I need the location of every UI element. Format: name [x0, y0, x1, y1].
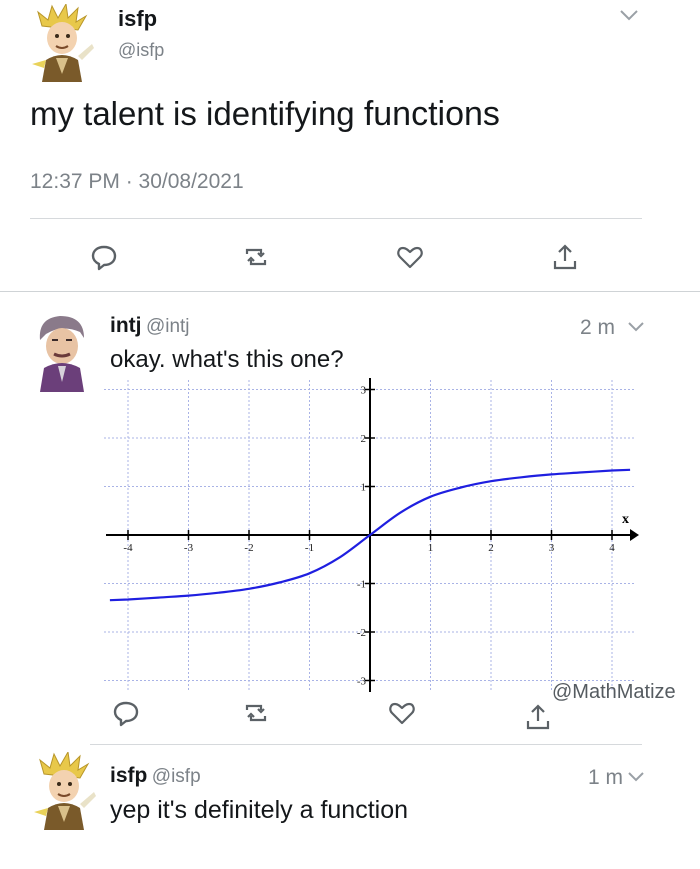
x-axis-label: x: [622, 512, 629, 527]
avatar-isfp[interactable]: [24, 750, 104, 832]
retweet-button[interactable]: [236, 696, 276, 730]
y-tick-label: -3: [357, 676, 367, 688]
reply1-display-name[interactable]: intj: [110, 314, 142, 337]
divider: [90, 744, 642, 745]
tweet1-text: my talent is identifying functions: [30, 94, 500, 134]
reply-button[interactable]: [106, 696, 146, 730]
tweet1-text-pre: my talent is identifying: [30, 95, 364, 132]
chevron-down-icon[interactable]: [626, 770, 646, 784]
isfp-avatar-image: [34, 750, 96, 830]
like-button[interactable]: [382, 696, 422, 730]
like-button[interactable]: [390, 240, 430, 274]
reply-icon: [113, 701, 139, 727]
share-button[interactable]: [518, 700, 558, 734]
divider: [30, 218, 642, 219]
y-tick-label: 2: [361, 433, 367, 445]
reply2-time[interactable]: 1 m: [588, 766, 623, 790]
x-axis-arrow: [630, 529, 639, 541]
x-tick-label: 3: [549, 542, 555, 554]
reply2-text-pre: yep it's definitely a: [110, 796, 321, 824]
share-icon: [526, 704, 550, 730]
reply2-text-bold: function: [320, 796, 408, 824]
watermark: @MathMatize: [552, 681, 676, 703]
reply2-text: yep it's definitely a function: [110, 796, 408, 825]
reply1-time[interactable]: 2 m: [580, 316, 615, 340]
reply-button[interactable]: [84, 240, 124, 274]
x-tick-label: 1: [428, 542, 434, 554]
function-graph: -4 -3 -2 -1 1 2 3 4 -3 -2 -1 1 2 3 x: [104, 378, 639, 692]
like-icon: [389, 702, 415, 725]
share-button[interactable]: [545, 240, 585, 274]
tweet1-timestamp[interactable]: 12:37 PM · 30/08/2021: [30, 170, 244, 194]
reply2-handle[interactable]: @isfp: [152, 766, 201, 787]
isfp-avatar-image: [32, 2, 94, 82]
x-tick-label: 4: [609, 542, 615, 554]
y-tick-label: -1: [357, 579, 366, 591]
reply1-handle[interactable]: @intj: [146, 316, 190, 337]
x-tick-label: -4: [123, 542, 133, 554]
reply2-header: isfp @isfp: [110, 764, 201, 788]
reply2-display-name[interactable]: isfp: [110, 764, 147, 787]
x-tick-label: -2: [244, 542, 253, 554]
y-tick-label: 1: [361, 482, 367, 494]
reply1-header: intj @intj: [110, 314, 190, 338]
tweet1-display-name[interactable]: isfp: [118, 6, 157, 32]
chevron-down-icon[interactable]: [618, 8, 640, 22]
share-icon: [553, 244, 577, 270]
reply-icon: [91, 245, 117, 271]
retweet-icon: [245, 704, 267, 722]
y-tick-label: -2: [357, 627, 366, 639]
like-icon: [397, 246, 423, 269]
tweet1-handle[interactable]: @isfp: [118, 40, 164, 61]
retweet-icon: [245, 248, 267, 266]
avatar-isfp[interactable]: [22, 2, 102, 84]
x-tick-label: 2: [488, 542, 494, 554]
retweet-button[interactable]: [236, 240, 276, 274]
reply1-text: okay. what's this one?: [110, 346, 344, 373]
y-tick-label: 3: [361, 385, 367, 397]
chevron-down-icon[interactable]: [626, 320, 646, 334]
x-tick-label: -3: [184, 542, 194, 554]
divider: [0, 291, 700, 292]
tweet1-text-bold: functions: [363, 95, 500, 133]
avatar-intj[interactable]: [22, 310, 102, 392]
x-tick-label: -1: [305, 542, 314, 554]
intj-avatar-image: [39, 316, 84, 392]
